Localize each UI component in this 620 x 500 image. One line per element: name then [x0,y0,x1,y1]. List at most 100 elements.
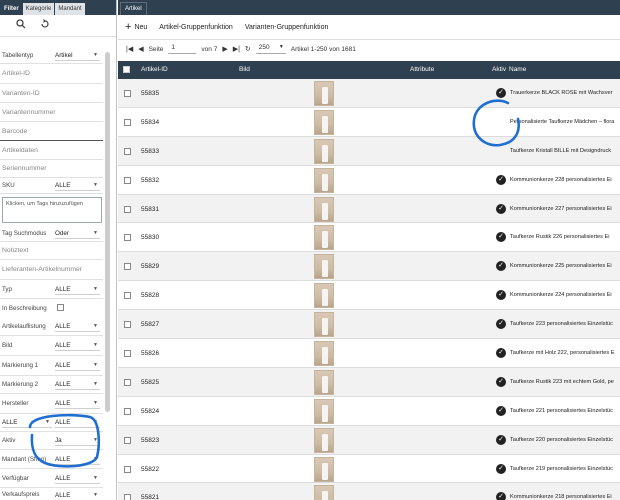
col-aktiv[interactable]: Aktiv [492,66,506,73]
table-row[interactable]: 55822 ✓ Taufkerze 219 personalisiertes Ein… [118,455,620,484]
product-thumbnail[interactable] [314,109,334,135]
product-thumbnail[interactable] [314,456,334,482]
product-thumbnail[interactable] [314,341,334,367]
hersteller-select[interactable]: ALLE ▼ [55,398,100,409]
in-beschreibung-checkbox[interactable] [57,304,64,311]
table-row[interactable]: 55835 ✓ Trauerkerze BLACK ROSE mit Wachsve… [118,79,620,108]
filter-row-typ: Typ ALLE ▼ [0,281,103,299]
bild-select[interactable]: ALLE ▼ [55,340,100,351]
check-circle-icon: ✓ [496,290,506,301]
tag-suchmodus-select[interactable]: Oder ▼ [55,228,100,239]
chevron-down-icon: ▼ [93,419,98,425]
row-checkbox[interactable] [124,407,131,415]
filter-type-select[interactable]: ALLE ▼ [2,417,52,428]
table-row[interactable]: 55830 ✓ Taufkerze Rustik 226 personalisier… [118,223,620,253]
artikel-gruppenfunktion-button[interactable]: Artikel-Gruppenfunktion [159,24,233,31]
row-checkbox[interactable] [124,350,131,358]
first-page-icon[interactable]: |◀ [126,45,133,53]
row-checkbox[interactable] [124,263,131,271]
prev-page-icon[interactable]: ◀ [138,45,143,53]
row-checkbox[interactable] [124,234,131,242]
product-thumbnail[interactable] [314,427,334,453]
artikelauflistung-select[interactable]: ALLE ▼ [55,321,100,332]
table-row[interactable]: 55831 ✓ Kommunionkerze 227 personalisierte… [118,194,620,224]
col-bild[interactable]: Bild [239,66,250,73]
row-checkbox[interactable] [124,436,131,444]
seriennummer-field[interactable]: Seriennummer [0,160,103,178]
artikeldaten-field[interactable]: Artikeldaten [0,141,103,160]
variantennummer-field[interactable]: Variantennummer [0,103,103,122]
table-row[interactable]: 55827 ✓ Taufkerze 223 personalisiertes Ein… [118,310,620,340]
sku-select[interactable]: ALLE ▼ [55,180,100,191]
tag-suchmodus-label: Tag Suchmodus [2,230,47,237]
mandant-shop-select[interactable]: ALLE ▼ [55,454,100,465]
search-icon[interactable] [16,19,26,32]
row-checkbox[interactable] [124,147,131,155]
table-row[interactable]: 55834 Personalisierte Taufkerze Mädchen –… [118,108,620,137]
product-thumbnail[interactable] [314,312,334,338]
table-row[interactable]: 55828 ✓ Kommunionkerze 224 personalisierte… [118,281,620,311]
candle-image [322,260,328,278]
tab-mandant[interactable]: Mandant [55,3,85,15]
tabellentyp-select[interactable]: Artikel ▼ [55,50,100,61]
reset-icon[interactable] [40,19,50,32]
row-checkbox[interactable] [124,292,131,300]
tab-filter[interactable]: Filter [1,3,22,15]
tab-kategorie[interactable]: Kategorie [22,3,55,15]
product-thumbnail[interactable] [314,254,334,280]
product-thumbnail[interactable] [314,398,334,424]
row-checkbox[interactable] [124,176,131,184]
row-checkbox[interactable] [124,90,131,97]
select-all-checkbox[interactable] [123,66,130,73]
artikel-id-field[interactable]: Artikel-ID [0,64,103,84]
page-size-select[interactable]: 250 ▼ [255,44,286,54]
new-button[interactable]: + Neu [125,21,147,33]
barcode-field[interactable]: Barcode [0,122,103,141]
table-row[interactable]: 55826 ✓ Taufkerze mit Holz 222, personalis… [118,339,620,368]
page-input[interactable]: 1 [168,44,197,54]
verkaufspreis-select[interactable]: ALLE ▼ [55,490,100,500]
row-checkbox[interactable] [124,378,131,386]
table-row[interactable]: 55823 ✓ Taufkerze 220 personalisiertes Ein… [118,425,620,455]
filter-row-alle: ALLE ▼ ALLE ▼ [0,414,103,432]
check-circle-icon: ✓ [496,319,506,330]
last-page-icon[interactable]: ▶| [233,45,240,53]
table-row[interactable]: 55833 Taufkerze Kristall BILLE mit Design… [118,136,620,166]
product-thumbnail[interactable] [314,225,334,251]
notiztext-field[interactable]: Notiztext [0,242,103,260]
col-artikel-id[interactable]: Artikel-ID [141,66,168,73]
row-checkbox[interactable] [124,321,131,329]
table-row[interactable]: 55832 ✓ Kommunionkerze 228 personalisierte… [118,166,620,195]
col-name[interactable]: Name [509,66,526,73]
table-horizontal-scrollbar[interactable] [118,488,620,500]
markierung-1-select[interactable]: ALLE ▼ [55,360,100,371]
product-thumbnail[interactable] [314,283,334,309]
markierung-2-select[interactable]: ALLE ▼ [55,379,100,390]
product-thumbnail[interactable] [314,81,334,106]
alle-select[interactable]: ALLE ▼ [55,417,100,428]
col-attribute[interactable]: Attribute [410,66,434,73]
row-checkbox[interactable] [124,118,131,126]
row-checkbox[interactable] [124,465,131,473]
lieferanten-artikelnummer-field[interactable]: Lieferanten-Artikelnummer [0,260,103,280]
next-page-icon[interactable]: ▶ [222,45,227,53]
product-thumbnail[interactable] [314,196,334,222]
check-circle-icon: ✓ [496,405,506,416]
tags-input[interactable]: Klicken, um Tags hinzuzufügen [2,197,102,223]
tab-artikel[interactable]: Artikel [120,2,147,15]
table-row[interactable]: 55825 ✓ Taufkerze Rustik 223 mit echtem Go… [118,367,620,397]
table-row[interactable]: 55829 ✓ Kommunionkerze 225 personalisierte… [118,252,620,282]
varianten-id-field[interactable]: Varianten-ID [0,84,103,103]
typ-select[interactable]: ALLE ▼ [55,284,100,295]
row-checkbox[interactable] [124,205,131,213]
page-label: Seite [148,45,164,53]
product-thumbnail[interactable] [314,369,334,395]
refresh-icon[interactable]: ↻ [245,45,251,53]
product-thumbnail[interactable] [314,138,334,164]
aktiv-select[interactable]: Ja ▼ [55,435,100,446]
verfuegbar-select[interactable]: ALLE ▼ [55,473,100,484]
varianten-gruppenfunktion-button[interactable]: Varianten-Gruppenfunktion [245,24,329,31]
table-row[interactable]: 55824 ✓ Taufkerze 221 personalisiertes Ein… [118,397,620,426]
filter-scrollbar[interactable] [105,52,110,412]
product-thumbnail[interactable] [314,167,334,193]
